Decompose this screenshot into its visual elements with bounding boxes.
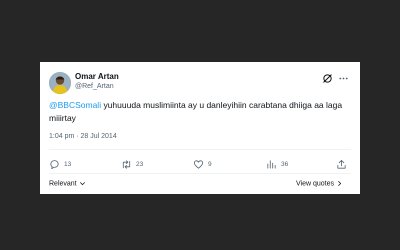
chevron-down-icon <box>79 182 85 186</box>
sort-dropdown[interactable]: Relevant <box>49 180 86 187</box>
more-icon[interactable] <box>338 73 349 84</box>
reply-count: 13 <box>64 161 72 168</box>
tweet-card: Omar Artan @Ref_Artan @BBCSomali yuhuuud… <box>40 62 360 194</box>
retweet-button[interactable]: 23 <box>121 159 143 170</box>
share-icon <box>337 159 346 169</box>
retweet-count: 23 <box>136 161 144 168</box>
share-button[interactable] <box>336 159 347 170</box>
view-quotes-label: View quotes <box>296 180 335 188</box>
chevron-right-icon <box>338 181 342 186</box>
views-count: 36 <box>281 161 289 168</box>
avatar[interactable] <box>49 72 71 94</box>
like-count: 9 <box>208 161 212 168</box>
retweet-icon <box>122 160 131 169</box>
views-icon <box>267 160 276 169</box>
view-quotes-link[interactable]: View quotes <box>296 180 343 187</box>
mention-link[interactable]: @BBCSomali <box>49 100 101 110</box>
author-name[interactable]: Omar Artan <box>75 72 119 81</box>
reply-button[interactable]: 13 <box>49 159 71 170</box>
timestamp[interactable]: 1:04 pm · 28 Jul 2014 <box>49 133 117 140</box>
tweet-text: @BBCSomali yuhuuuda muslimiinta ay u dan… <box>49 99 349 125</box>
reply-icon <box>50 160 59 170</box>
views-button[interactable]: 36 <box>266 159 288 170</box>
author-handle[interactable]: @Ref_Artan <box>75 83 114 90</box>
like-icon <box>193 160 204 169</box>
divider <box>49 173 351 174</box>
sort-label: Relevant <box>49 180 77 188</box>
divider <box>49 149 351 150</box>
grok-icon[interactable] <box>322 73 333 84</box>
like-button[interactable]: 9 <box>193 159 212 170</box>
